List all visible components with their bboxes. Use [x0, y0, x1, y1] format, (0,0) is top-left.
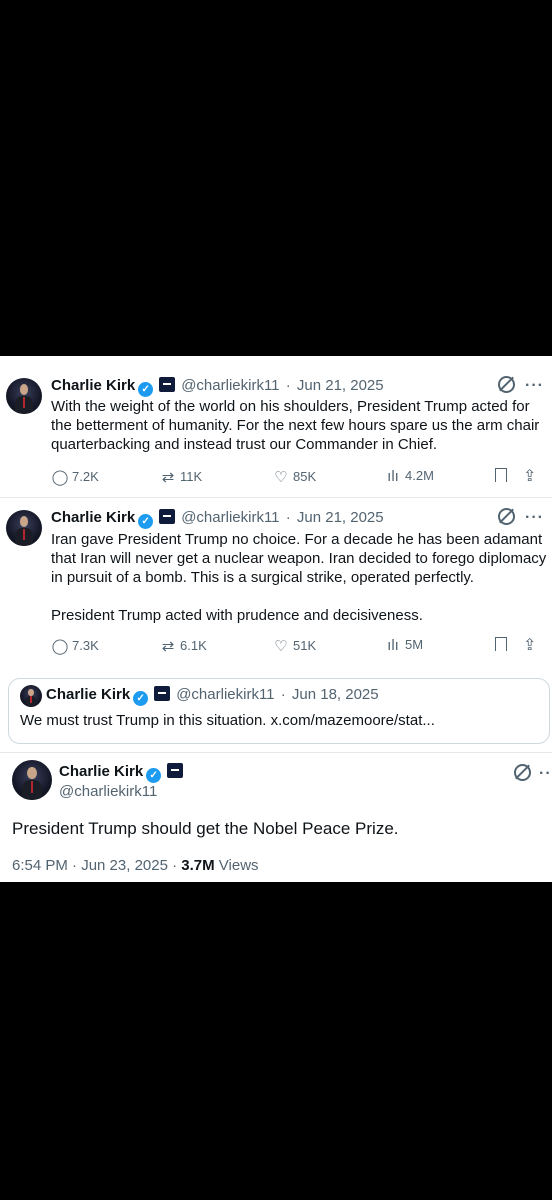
grok-icon[interactable] — [498, 508, 515, 525]
verified-badge-icon: ✓ — [146, 768, 162, 783]
author-handle[interactable]: @charliekirk11 — [181, 509, 279, 526]
tweet-text: Iran gave President Trump no choice. For… — [51, 530, 546, 625]
quote-text: We must trust Trump in this situation. x… — [20, 712, 435, 729]
avatar[interactable] — [6, 510, 42, 546]
tweet-header: Charlie Kirk ✓ @charliekirk11 · Jun 21, 20… — [51, 376, 384, 397]
reply-count: 7.3K — [72, 638, 99, 653]
tweet-timestamp[interactable]: 6:54 PM · Jun 23, 2025 · — [12, 857, 181, 874]
main-tweet-handle-row: @charliekirk11 — [59, 782, 157, 802]
bookmark-icon — [495, 468, 507, 482]
tweet-top-icons: ·· — [514, 764, 552, 783]
reply-count: 7.2K — [72, 469, 99, 484]
like-icon: ♡ — [274, 638, 288, 655]
author-name[interactable]: Charlie Kirk — [51, 377, 135, 394]
views-count: 5M — [405, 637, 424, 652]
author-name: Charlie Kirk — [46, 686, 131, 703]
author-name[interactable]: Charlie Kirk — [51, 509, 135, 526]
tweet-text-line: President Trump acted with prudence and … — [51, 607, 423, 624]
separator-dot: · — [285, 377, 291, 394]
tweet-header: Charlie Kirk ✓ @charliekirk11 · Jun 21, 20… — [51, 508, 384, 529]
organization-affiliate-icon — [154, 686, 171, 701]
reply-icon: ◯ — [51, 638, 69, 655]
reply-icon: ◯ — [51, 469, 69, 486]
tweet-thread-panel: Charlie Kirk ✓ @charliekirk11 · Jun 21, 20… — [0, 356, 552, 882]
like-count: 51K — [293, 638, 317, 653]
avatar — [20, 685, 42, 707]
screenshot-root: { "tweets": [ { "name": "Charlie Kirk", … — [0, 0, 552, 1200]
grok-icon[interactable] — [498, 376, 515, 393]
tweet-text-line: Iran gave President Trump no choice. For… — [51, 531, 543, 548]
views-label: Views — [214, 857, 259, 874]
views-count: 3.7M — [181, 857, 215, 874]
bookmark-button[interactable] — [495, 468, 507, 485]
bookmark-button[interactable] — [495, 637, 507, 654]
repost-icon: ⇄ — [161, 469, 175, 486]
tweet-top-icons: ··· — [498, 508, 544, 527]
tweet-text-line: With the weight of the world on his shou… — [51, 398, 530, 415]
divider — [0, 752, 552, 753]
quote-header: Charlie Kirk ✓ @charliekirk11 · Jun 18, 20… — [46, 685, 379, 706]
organization-affiliate-icon[interactable] — [159, 377, 176, 392]
views-icon: ılı — [387, 637, 399, 654]
bookmark-icon — [495, 637, 507, 651]
like-button[interactable]: ♡ 85K — [272, 468, 316, 486]
verified-badge-icon: ✓ — [138, 382, 154, 397]
repost-icon: ⇄ — [161, 638, 175, 655]
author-handle: @charliekirk11 — [176, 686, 275, 703]
quote-date: Jun 18, 2025 — [291, 686, 379, 703]
views-count: 4.2M — [405, 468, 434, 483]
organization-affiliate-icon[interactable] — [167, 763, 184, 778]
divider — [0, 497, 552, 498]
tweet-date[interactable]: Jun 21, 2025 — [297, 509, 384, 526]
verified-badge-icon: ✓ — [138, 514, 154, 529]
tweet-text-line: quarterbacking and instead trust our Com… — [51, 436, 438, 453]
share-icon: ⇪ — [523, 468, 537, 485]
tweet-text-line: that Iran will never get a nuclear weapo… — [51, 550, 547, 567]
tweet-actions: ◯ 7.3K ⇄ 6.1K ♡ 51K ılı 5M ⇪ — [51, 637, 541, 657]
separator-dot: · — [285, 509, 291, 526]
main-tweet-header: Charlie Kirk ✓ — [59, 762, 184, 783]
repost-count: 6.1K — [180, 638, 207, 653]
main-tweet-meta: 6:54 PM · Jun 23, 2025 · 3.7M Views — [12, 856, 259, 876]
separator-dot: · — [280, 686, 286, 703]
avatar[interactable] — [6, 378, 42, 414]
author-name[interactable]: Charlie Kirk — [59, 763, 143, 780]
organization-affiliate-icon[interactable] — [159, 509, 176, 524]
more-icon[interactable]: ·· — [539, 765, 552, 782]
repost-count: 11K — [180, 469, 203, 484]
grok-icon[interactable] — [514, 764, 531, 781]
author-handle[interactable]: @charliekirk11 — [59, 783, 157, 800]
reply-button[interactable]: ◯ 7.2K — [51, 468, 99, 486]
repost-button[interactable]: ⇄ 6.1K — [159, 637, 207, 655]
more-icon[interactable]: ··· — [525, 509, 544, 526]
views-icon: ılı — [387, 468, 399, 485]
reply-button[interactable]: ◯ 7.3K — [51, 637, 99, 655]
tweet-text-line: in pursuit of a bomb. This is a surgical… — [51, 569, 474, 586]
avatar[interactable] — [12, 760, 52, 800]
views-button[interactable]: ılı 5M — [384, 637, 423, 654]
tweet-text: With the weight of the world on his shou… — [51, 397, 539, 454]
share-icon: ⇪ — [523, 637, 537, 654]
share-button[interactable]: ⇪ — [523, 635, 536, 655]
like-icon: ♡ — [274, 469, 288, 486]
tweet-actions: ◯ 7.2K ⇄ 11K ♡ 85K ılı 4.2M ⇪ — [51, 468, 541, 488]
like-button[interactable]: ♡ 51K — [272, 637, 316, 655]
tweet-date[interactable]: Jun 21, 2025 — [297, 377, 384, 394]
repost-button[interactable]: ⇄ 11K — [159, 468, 202, 486]
tweet-top-icons: ··· — [498, 376, 544, 395]
views-button[interactable]: ılı 4.2M — [384, 468, 434, 485]
like-count: 85K — [293, 469, 317, 484]
verified-badge-icon: ✓ — [133, 691, 149, 706]
main-tweet-text: President Trump should get the Nobel Pea… — [12, 819, 399, 838]
author-handle[interactable]: @charliekirk11 — [181, 377, 279, 394]
tweet-text-line: the betterment of humanity. For the next… — [51, 417, 540, 434]
more-icon[interactable]: ··· — [525, 377, 544, 394]
quoted-tweet-card[interactable]: Charlie Kirk ✓ @charliekirk11 · Jun 18, 20… — [8, 678, 550, 744]
share-button[interactable]: ⇪ — [523, 466, 536, 486]
